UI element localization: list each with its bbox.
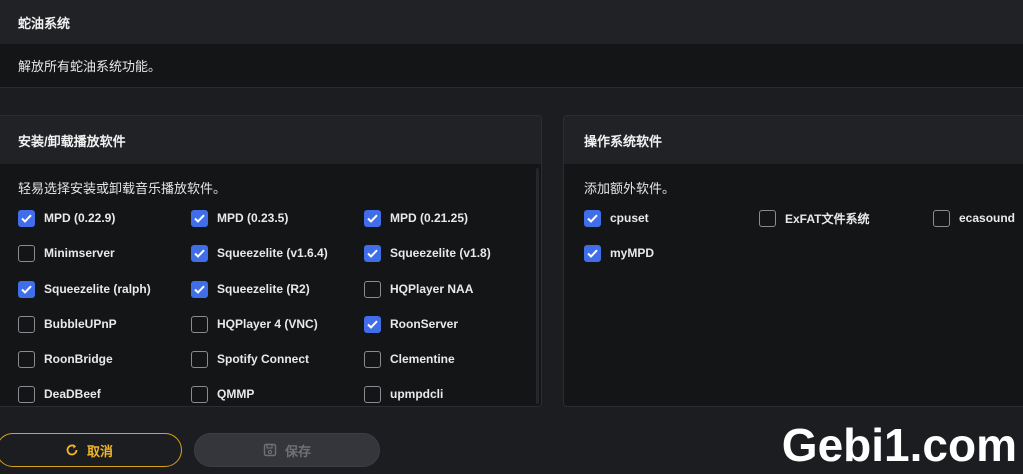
checkmark-icon: [367, 320, 378, 329]
cancel-button[interactable]: 取消: [0, 433, 182, 467]
option-label: upmpdcli: [390, 387, 444, 401]
option-mympd[interactable]: myMPD: [584, 244, 654, 262]
checkmark-icon: [194, 285, 205, 294]
option-squeezelite-r2[interactable]: Squeezelite (R2): [191, 280, 310, 298]
option-minimserver[interactable]: Minimserver: [18, 244, 115, 262]
option-mpd-02125[interactable]: MPD (0.21.25): [364, 209, 468, 227]
checkbox[interactable]: [584, 209, 601, 227]
option-roonserver[interactable]: RoonServer: [364, 315, 458, 333]
save-icon: [263, 443, 277, 457]
option-label: HQPlayer 4 (VNC): [217, 317, 318, 331]
section-description: 解放所有蛇油系统功能。: [0, 44, 1023, 88]
option-exfat[interactable]: ExFAT文件系统: [759, 209, 869, 227]
checkmark-icon: [21, 214, 32, 223]
option-spotify-connect[interactable]: Spotify Connect: [191, 350, 309, 368]
playback-software-panel-header: 安装/卸载播放软件: [0, 116, 541, 164]
playback-software-panel-title: 安装/卸载播放软件: [18, 133, 126, 149]
option-cpuset[interactable]: cpuset: [584, 209, 649, 227]
checkbox[interactable]: [191, 244, 208, 262]
checkbox[interactable]: [18, 350, 35, 368]
option-qmmp[interactable]: QMMP: [191, 385, 254, 403]
checkmark-icon: [194, 214, 205, 223]
watermark: Gebi1.com: [781, 419, 1017, 471]
checkmark-icon: [367, 249, 378, 258]
checkbox[interactable]: [364, 280, 381, 298]
option-label: Minimserver: [44, 246, 115, 260]
option-label: myMPD: [610, 246, 655, 260]
checkbox[interactable]: [18, 385, 35, 403]
save-button-label: 保存: [284, 443, 311, 459]
section-title-text: 蛇油系统: [18, 15, 71, 31]
option-label: QMMP: [217, 387, 255, 401]
os-software-panel: 操作系统软件 添加额外软件。 cpuset ExFAT文件系统 ecasound…: [563, 115, 1023, 407]
option-label: MPD (0.23.5): [217, 211, 289, 225]
cancel-button-label: 取消: [86, 443, 113, 459]
option-bubbleupnp[interactable]: BubbleUPnP: [18, 315, 117, 333]
panel-scrollbar[interactable]: [536, 168, 539, 404]
checkbox[interactable]: [191, 315, 208, 333]
checkbox[interactable]: [364, 350, 381, 368]
option-clementine[interactable]: Clementine: [364, 350, 455, 368]
option-squeezelite-18[interactable]: Squeezelite (v1.8): [364, 244, 491, 262]
option-ecasound[interactable]: ecasound: [933, 209, 1015, 227]
checkbox[interactable]: [759, 209, 776, 227]
option-label: Squeezelite (v1.6.4): [217, 246, 328, 260]
checkbox[interactable]: [18, 209, 35, 227]
option-roonbridge[interactable]: RoonBridge: [18, 350, 113, 368]
playback-software-panel-description: 轻易选择安装或卸载音乐播放软件。: [18, 181, 227, 196]
checkmark-icon: [587, 214, 598, 223]
option-hqplayer-4-vnc[interactable]: HQPlayer 4 (VNC): [191, 315, 318, 333]
checkmark-icon: [21, 285, 32, 294]
section-title: 蛇油系统: [0, 0, 1023, 44]
checkbox[interactable]: [933, 209, 950, 227]
os-software-panel-header: 操作系统软件: [564, 116, 1023, 164]
option-label: ecasound: [959, 211, 1016, 225]
option-label: Squeezelite (R2): [217, 282, 310, 296]
option-label: ExFAT文件系统: [785, 211, 870, 226]
option-label: RoonBridge: [44, 352, 113, 366]
os-software-panel-description: 添加额外软件。: [584, 181, 676, 196]
checkbox[interactable]: [191, 280, 208, 298]
option-mpd-0235[interactable]: MPD (0.23.5): [191, 209, 288, 227]
checkbox[interactable]: [364, 315, 381, 333]
option-label: MPD (0.22.9): [44, 211, 116, 225]
option-label: HQPlayer NAA: [390, 282, 474, 296]
option-label: Spotify Connect: [217, 352, 309, 366]
checkmark-icon: [194, 249, 205, 258]
option-squeezelite-ralph[interactable]: Squeezelite (ralph): [18, 280, 151, 298]
option-squeezelite-164[interactable]: Squeezelite (v1.6.4): [191, 244, 328, 262]
option-deadbeef[interactable]: DeaDBeef: [18, 385, 101, 403]
option-mpd-0229[interactable]: MPD (0.22.9): [18, 209, 115, 227]
option-label: Squeezelite (v1.8): [390, 246, 491, 260]
checkmark-icon: [367, 214, 378, 223]
option-label: DeaDBeef: [44, 387, 101, 401]
checkbox[interactable]: [584, 244, 601, 262]
checkbox[interactable]: [18, 280, 35, 298]
option-label: Squeezelite (ralph): [44, 282, 151, 296]
option-label: RoonServer: [390, 317, 459, 331]
checkbox[interactable]: [364, 244, 381, 262]
checkbox[interactable]: [18, 244, 35, 262]
checkbox[interactable]: [191, 385, 208, 403]
checkbox[interactable]: [364, 385, 381, 403]
checkbox[interactable]: [364, 209, 381, 227]
playback-software-panel: 安装/卸载播放软件 轻易选择安装或卸载音乐播放软件。 MPD (0.22.9) …: [0, 115, 542, 407]
option-label: Clementine: [390, 352, 455, 366]
os-software-panel-title: 操作系统软件: [584, 133, 663, 149]
section-description-text: 解放所有蛇油系统功能。: [18, 59, 162, 74]
checkbox[interactable]: [191, 209, 208, 227]
option-label: cpuset: [610, 211, 649, 225]
refresh-icon: [65, 443, 79, 457]
checkbox[interactable]: [18, 315, 35, 333]
option-label: BubbleUPnP: [44, 317, 117, 331]
option-hqplayer-naa[interactable]: HQPlayer NAA: [364, 280, 473, 298]
save-button[interactable]: 保存: [194, 433, 380, 467]
option-label: MPD (0.21.25): [390, 211, 469, 225]
checkbox[interactable]: [191, 350, 208, 368]
checkmark-icon: [587, 249, 598, 258]
option-upmpdcli[interactable]: upmpdcli: [364, 385, 443, 403]
